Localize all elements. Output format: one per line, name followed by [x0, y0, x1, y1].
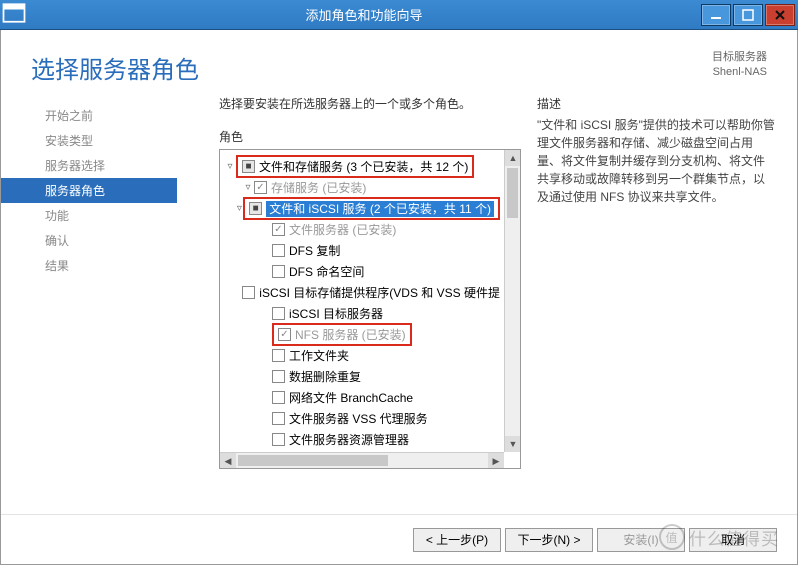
sidebar-step-6[interactable]: 结果	[45, 253, 191, 278]
tree-row[interactable]: DFS 命名空间	[224, 261, 500, 282]
tree-label: iSCSI 目标存储提供程序(VDS 和 VSS 硬件提	[259, 284, 500, 301]
tree-row[interactable]: 文件服务器资源管理器	[224, 429, 500, 450]
tree-checkbox[interactable]: ■	[242, 160, 255, 173]
tree-checkbox[interactable]	[242, 286, 255, 299]
tree-label: NFS 服务器 (已安装)	[295, 326, 406, 343]
tree-label: DFS 复制	[289, 242, 340, 259]
tree-row[interactable]: ▿ ■ 文件和存储服务 (3 个已安装，共 12 个)	[224, 156, 500, 177]
tree-checkbox	[254, 181, 267, 194]
minimize-button[interactable]	[701, 4, 731, 26]
tree-row[interactable]: NFS 服务器 (已安装)	[224, 324, 500, 345]
window-title: 添加角色和功能向导	[28, 5, 700, 24]
sidebar-step-5[interactable]: 确认	[45, 228, 191, 253]
vertical-scrollbar[interactable]: ▲ ▼	[504, 150, 520, 452]
scroll-up-icon[interactable]: ▲	[505, 150, 521, 166]
tree-checkbox[interactable]: ■	[249, 202, 262, 215]
tree-checkbox[interactable]	[272, 265, 285, 278]
sidebar-step-4[interactable]: 功能	[45, 203, 191, 228]
tree-row[interactable]: ▿ 存储服务 (已安装)	[224, 177, 500, 198]
tree-row[interactable]: 文件服务器 (已安装)	[224, 219, 500, 240]
tree-checkbox[interactable]	[272, 412, 285, 425]
tree-label: DFS 命名空间	[289, 263, 364, 280]
tree-label: 文件服务器 VSS 代理服务	[289, 410, 428, 427]
tree-row[interactable]: 网络文件 BranchCache	[224, 387, 500, 408]
target-label: 目标服务器	[712, 50, 767, 65]
tree-checkbox[interactable]	[272, 244, 285, 257]
page-title: 选择服务器角色	[31, 50, 199, 85]
tree-checkbox[interactable]	[272, 370, 285, 383]
tree-label: 数据删除重复	[289, 368, 361, 385]
tree-label: iSCSI 目标服务器	[289, 305, 383, 322]
tree-row[interactable]: iSCSI 目标服务器	[224, 303, 500, 324]
instruction-text: 选择要安装在所选服务器上的一个或多个角色。	[219, 95, 521, 112]
tree-checkbox	[272, 223, 285, 236]
scroll-thumb-h[interactable]	[238, 455, 388, 466]
window-icon	[0, 0, 28, 30]
tree-checkbox	[278, 328, 291, 341]
tree-label: 网络文件 BranchCache	[289, 389, 413, 406]
tree-row[interactable]: 数据删除重复	[224, 366, 500, 387]
description-text: "文件和 iSCSI 服务"提供的技术可以帮助你管理文件服务器和存储、减少磁盘空…	[537, 116, 775, 206]
wizard-footer: < 上一步(P) 下一步(N) > 安装(I) 取消	[1, 514, 797, 564]
roles-tree: ▿ ■ 文件和存储服务 (3 个已安装，共 12 个) ▿ 存储服务 (已安装) ▿ ■ 文件…	[219, 149, 521, 469]
tree-label: 存储服务 (已安装)	[271, 179, 366, 196]
tree-label: 工作文件夹	[289, 347, 349, 364]
scroll-right-icon[interactable]: ▶	[488, 453, 504, 469]
tree-checkbox[interactable]	[272, 307, 285, 320]
tree-scroll[interactable]: ▿ ■ 文件和存储服务 (3 个已安装，共 12 个) ▿ 存储服务 (已安装) ▿ ■ 文件…	[220, 150, 504, 452]
sidebar-step-2[interactable]: 服务器选择	[45, 153, 191, 178]
scroll-down-icon[interactable]: ▼	[505, 436, 521, 452]
tree-label: 文件和 iSCSI 服务 (2 个已安装，共 11 个)	[266, 200, 494, 217]
tree-checkbox[interactable]	[272, 391, 285, 404]
tree-checkbox[interactable]	[272, 349, 285, 362]
close-button[interactable]	[765, 4, 795, 26]
tree-checkbox[interactable]	[272, 433, 285, 446]
tree-row[interactable]: ▿ ■ 文件和 iSCSI 服务 (2 个已安装，共 11 个)	[224, 198, 500, 219]
next-button[interactable]: 下一步(N) >	[505, 528, 593, 552]
scroll-thumb-v[interactable]	[507, 168, 518, 218]
tree-row[interactable]: 文件服务器 VSS 代理服务	[224, 408, 500, 429]
prev-button[interactable]: < 上一步(P)	[413, 528, 501, 552]
titlebar: 添加角色和功能向导	[0, 0, 798, 30]
tree-label: 文件服务器 (已安装)	[289, 221, 396, 238]
highlight-annotation: ■ 文件和 iSCSI 服务 (2 个已安装，共 11 个)	[243, 197, 500, 220]
tree-label: 文件和存储服务 (3 个已安装，共 12 个)	[259, 158, 468, 175]
maximize-button[interactable]	[733, 4, 763, 26]
tree-toggle-icon[interactable]: ▿	[242, 182, 254, 193]
description-label: 描述	[537, 95, 775, 112]
tree-toggle-icon[interactable]: ▿	[236, 203, 244, 214]
wizard-body: 选择服务器角色 目标服务器 Shenl-NAS 开始之前安装类型服务器选择服务器…	[0, 30, 798, 565]
sidebar-step-3: 服务器角色	[1, 178, 177, 203]
tree-row[interactable]: 工作文件夹	[224, 345, 500, 366]
tree-toggle-icon[interactable]: ▿	[224, 161, 236, 172]
tree-label: 文件服务器资源管理器	[289, 431, 409, 448]
sidebar-step-1[interactable]: 安装类型	[45, 128, 191, 153]
roles-label: 角色	[219, 128, 521, 145]
install-button: 安装(I)	[597, 528, 685, 552]
highlight-annotation: ■ 文件和存储服务 (3 个已安装，共 12 个)	[236, 155, 474, 178]
target-value: Shenl-NAS	[712, 65, 767, 80]
highlight-annotation: NFS 服务器 (已安装)	[272, 323, 412, 346]
sidebar-step-0[interactable]: 开始之前	[45, 103, 191, 128]
tree-row[interactable]: DFS 复制	[224, 240, 500, 261]
wizard-sidebar: 开始之前安装类型服务器选择服务器角色功能确认结果	[1, 95, 191, 490]
tree-row[interactable]: iSCSI 目标存储提供程序(VDS 和 VSS 硬件提	[224, 282, 500, 303]
target-info: 目标服务器 Shenl-NAS	[712, 50, 767, 81]
cancel-button[interactable]: 取消	[689, 528, 777, 552]
scroll-left-icon[interactable]: ◀	[220, 453, 236, 469]
horizontal-scrollbar[interactable]: ◀ ▶	[220, 452, 504, 468]
